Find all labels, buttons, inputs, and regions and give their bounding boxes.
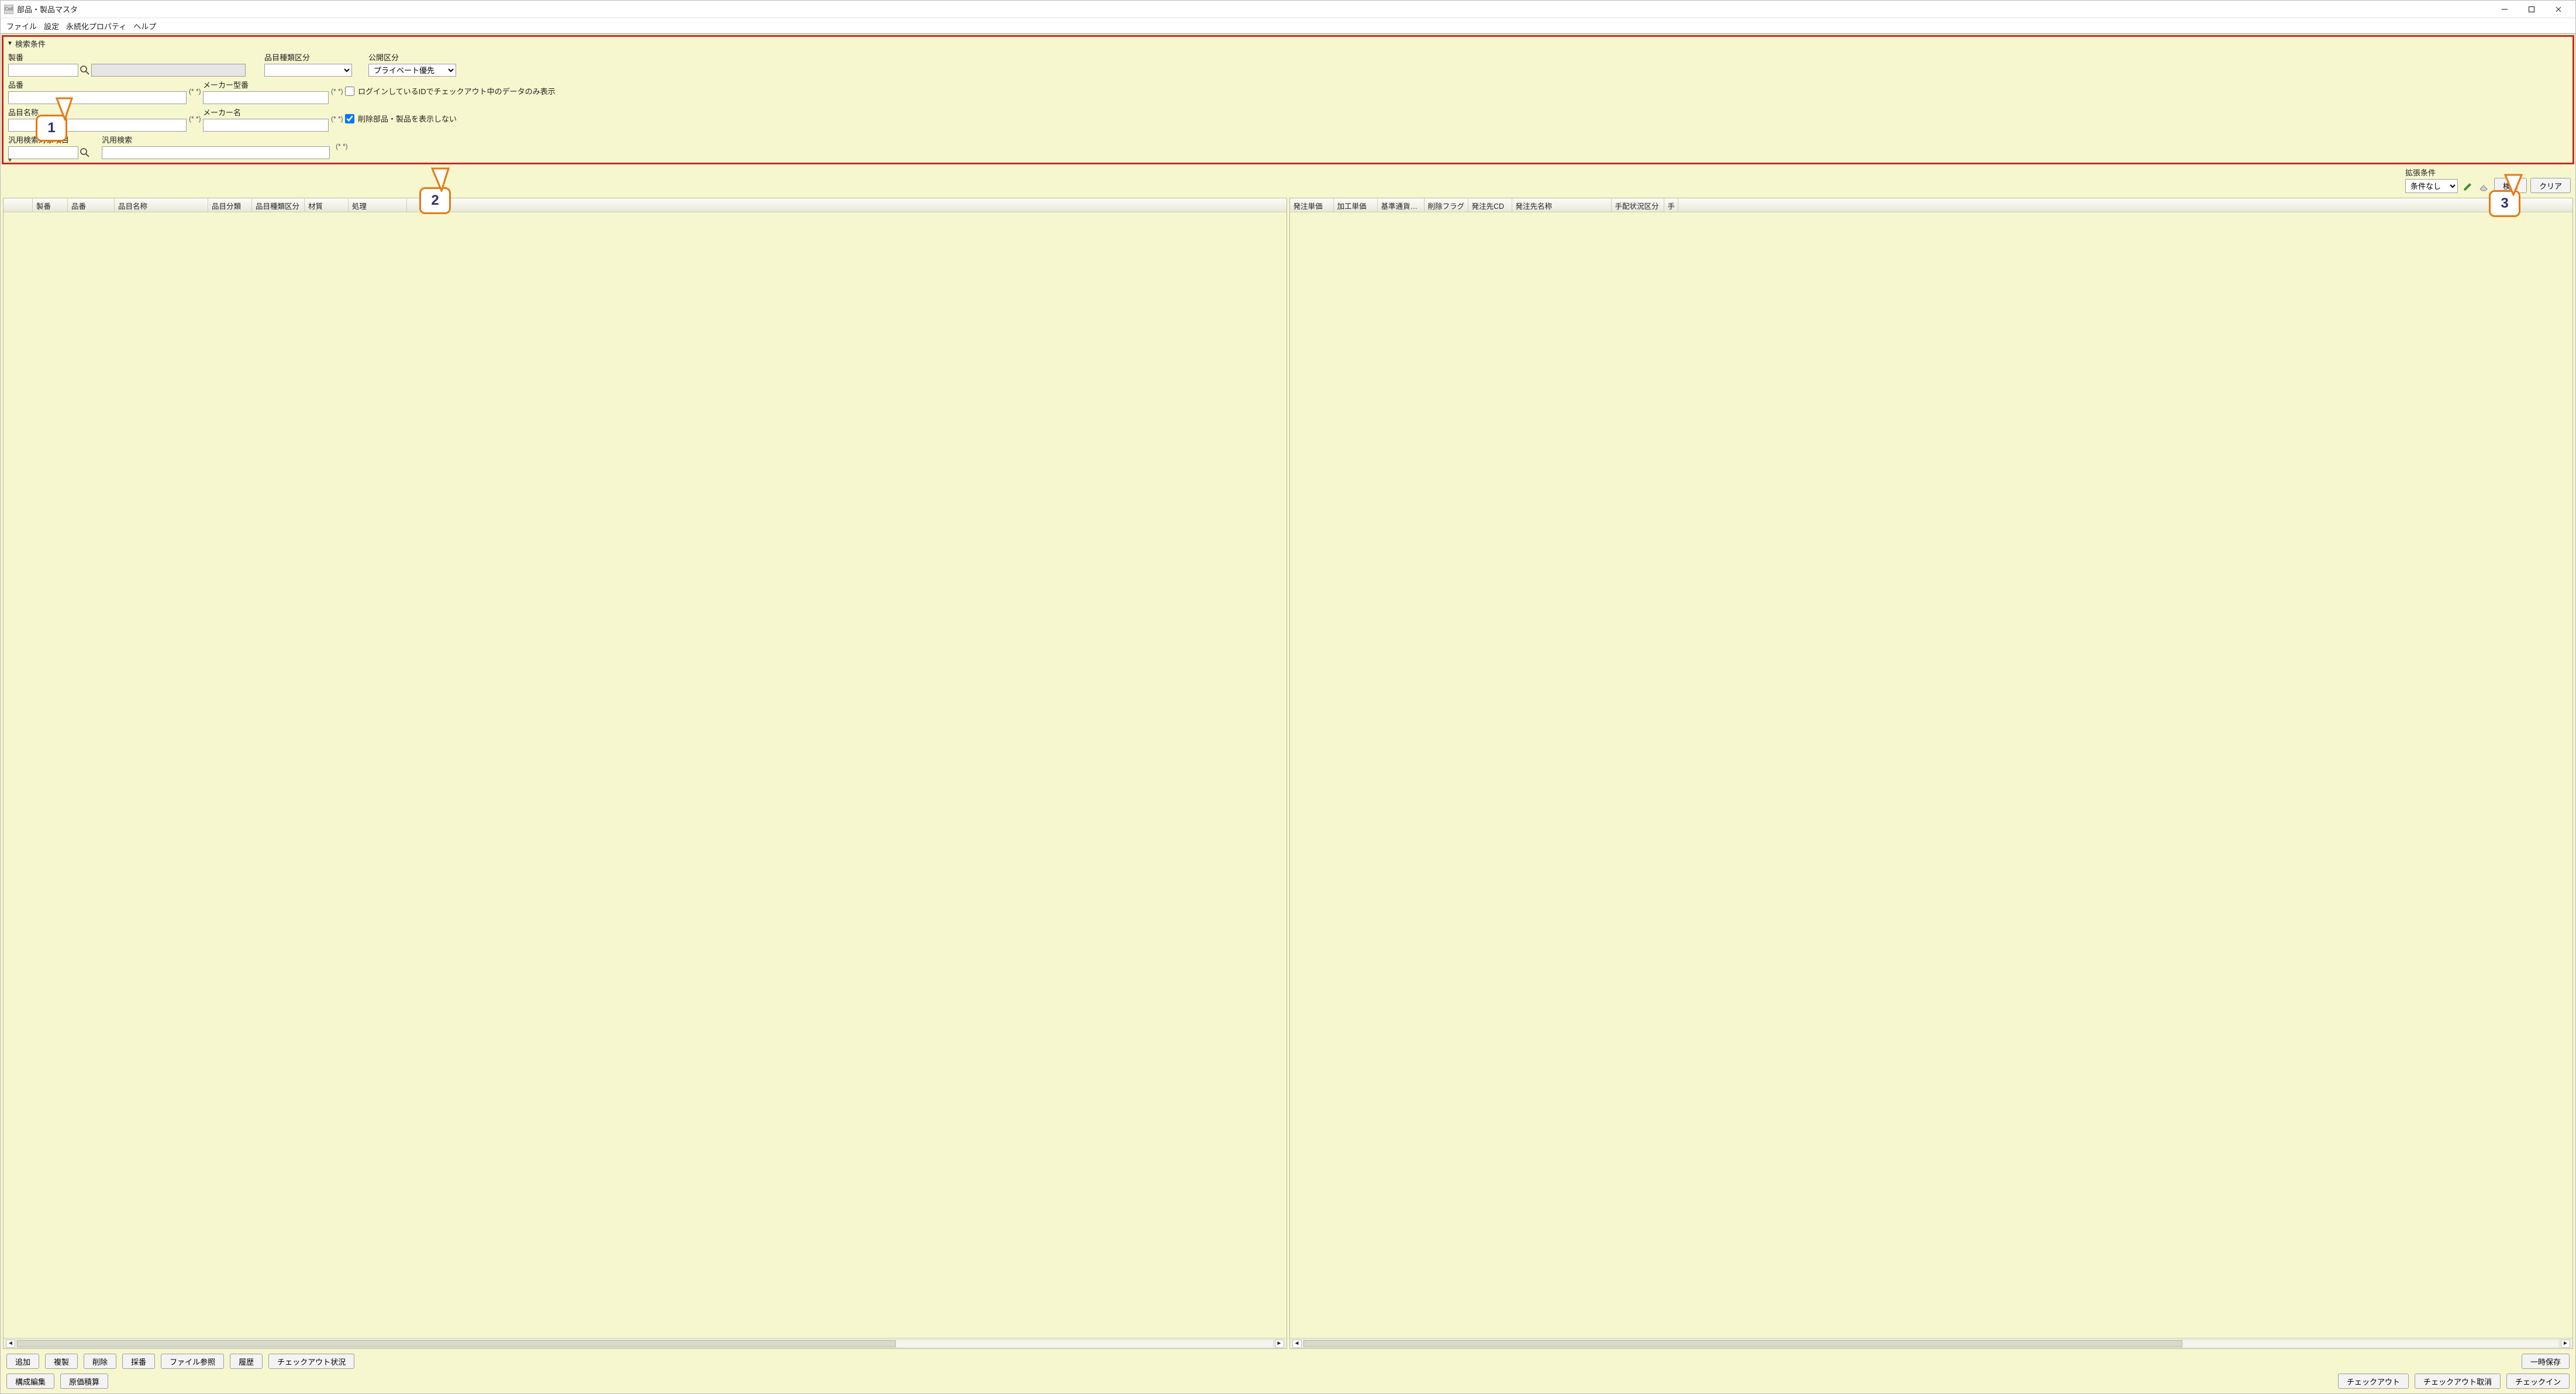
search-header-label: 検索条件	[15, 38, 46, 49]
menu-settings[interactable]: 設定	[44, 20, 59, 32]
bottom-toolbar: 追加 複製 削除 採番 ファイル参照 履歴 チェックアウト状況 一時保存 構成編…	[2, 1350, 2574, 1393]
col-header[interactable]: 発注先名称	[1512, 198, 1612, 212]
hinban-input[interactable]	[8, 91, 187, 104]
seiban-label: 製番	[8, 51, 254, 63]
delete-button[interactable]: 削除	[84, 1354, 116, 1369]
col-header[interactable]: 加工単価	[1334, 198, 1378, 212]
search-header[interactable]: ▼ 検索条件	[4, 37, 2572, 50]
app-icon: Cell	[4, 5, 13, 14]
generic-target-label: 汎用検索対象項目	[8, 134, 96, 145]
col-header[interactable]: 手	[1664, 198, 1678, 212]
menu-help[interactable]: ヘルプ	[133, 20, 156, 32]
wildcard-hint: (* *)	[331, 115, 343, 124]
maker-name-input[interactable]	[203, 119, 329, 132]
search-panel: ▼ 検索条件 製番	[2, 35, 2574, 164]
results-right-pane: 発注単価 加工単価 基準通貨… 削除フラグ 発注先CD 発注先名称 手配状況区分…	[1289, 198, 2574, 1349]
koukai-kubun-label: 公開区分	[368, 51, 462, 63]
left-grid-body[interactable]	[4, 212, 1287, 1338]
window-close-button[interactable]	[2545, 1, 2572, 18]
file-ref-button[interactable]: ファイル参照	[161, 1354, 224, 1369]
eraser-icon[interactable]	[2478, 180, 2491, 193]
checkout-button[interactable]: チェックアウト	[2338, 1374, 2409, 1389]
maker-name-label: メーカー名	[203, 106, 329, 118]
col-header[interactable]: 削除フラグ	[1425, 198, 1468, 212]
genka-button[interactable]: 原価積算	[60, 1374, 108, 1389]
hinmoku-name-input[interactable]	[8, 119, 187, 132]
generic-search-input[interactable]	[102, 146, 330, 159]
row-selector-header[interactable]	[4, 198, 33, 212]
expand-icon[interactable]: ▼	[7, 157, 13, 164]
menu-persist[interactable]: 永続化プロパティ	[66, 20, 126, 32]
right-grid-body[interactable]	[1290, 212, 2573, 1338]
results-area: 製番 品番 品目名称 品目分類 品目種類区分 材質 処理 ◄ ►	[2, 197, 2574, 1350]
checkout-cancel-button[interactable]: チェックアウト取消	[2415, 1374, 2501, 1389]
wildcard-hint: (* *)	[331, 87, 343, 97]
collapse-icon: ▼	[7, 40, 13, 47]
seiban-lookup-icon[interactable]	[80, 65, 90, 75]
results-left-pane: 製番 品番 品目名称 品目分類 品目種類区分 材質 処理 ◄ ►	[3, 198, 1287, 1349]
scroll-left-icon[interactable]: ◄	[6, 1340, 15, 1348]
add-button[interactable]: 追加	[6, 1354, 39, 1369]
scroll-right-icon[interactable]: ►	[2561, 1340, 2570, 1348]
left-h-scrollbar[interactable]: ◄ ►	[4, 1338, 1287, 1348]
login-checkout-only-checkbox[interactable]	[345, 87, 354, 96]
window-minimize-button[interactable]	[2491, 1, 2518, 18]
wildcard-hint: (* *)	[189, 115, 201, 124]
right-h-scrollbar[interactable]: ◄ ►	[1290, 1338, 2573, 1348]
col-header[interactable]: 品目種類区分	[252, 198, 305, 212]
maker-model-input[interactable]	[203, 91, 329, 104]
ext-label: 拡張条件	[2405, 167, 2436, 178]
hinban-label: 品番	[8, 79, 187, 90]
left-grid-header: 製番 品番 品目名称 品目分類 品目種類区分 材質 処理	[4, 198, 1287, 212]
maker-model-label: メーカー型番	[203, 79, 329, 90]
extended-conditions-row: 拡張条件 条件なし 検索 クリア 3	[2, 164, 2574, 197]
col-header[interactable]: 処理	[349, 198, 407, 212]
window-maximize-button[interactable]	[2518, 1, 2545, 18]
pencil-icon[interactable]	[2461, 180, 2474, 193]
generic-search-label: 汎用検索	[102, 134, 330, 145]
hide-deleted-label: 削除部品・製品を表示しない	[358, 113, 457, 124]
search-button[interactable]: 検索	[2494, 178, 2527, 193]
col-header[interactable]: 品番	[68, 198, 115, 212]
checkout-status-button[interactable]: チェックアウト状況	[268, 1354, 354, 1369]
kousei-button[interactable]: 構成編集	[6, 1374, 54, 1389]
wildcard-hint: (* *)	[189, 87, 201, 97]
saiban-button[interactable]: 採番	[122, 1354, 155, 1369]
hinmoku-kubun-select[interactable]	[264, 64, 352, 77]
col-header[interactable]: 品目名称	[115, 198, 208, 212]
hinmoku-name-label: 品目名称	[8, 106, 187, 118]
seiban-input[interactable]	[8, 64, 78, 77]
col-header[interactable]: 品目分類	[208, 198, 252, 212]
title-bar: Cell 部品・製品マスタ	[1, 1, 2575, 18]
seiban-name-display	[91, 64, 246, 77]
history-button[interactable]: 履歴	[230, 1354, 263, 1369]
copy-button[interactable]: 複製	[45, 1354, 78, 1369]
col-header[interactable]: 基準通貨…	[1378, 198, 1425, 212]
ext-condition-select[interactable]: 条件なし	[2405, 179, 2458, 193]
menu-file[interactable]: ファイル	[6, 20, 37, 32]
col-header[interactable]: 製番	[33, 198, 68, 212]
menu-bar: ファイル 設定 永続化プロパティ ヘルプ	[1, 18, 2575, 33]
col-header[interactable]: 手配状況区分	[1612, 198, 1664, 212]
wildcard-hint: (* *)	[336, 142, 347, 152]
clear-button[interactable]: クリア	[2530, 178, 2571, 193]
generic-target-lookup-icon[interactable]	[80, 147, 90, 158]
scroll-left-icon[interactable]: ◄	[1292, 1340, 1302, 1348]
login-checkout-only-label: ログインしているIDでチェックアウト中のデータのみ表示	[358, 85, 556, 97]
checkin-button[interactable]: チェックイン	[2506, 1374, 2570, 1389]
hide-deleted-checkbox[interactable]	[345, 114, 354, 123]
right-grid-header: 発注単価 加工単価 基準通貨… 削除フラグ 発注先CD 発注先名称 手配状況区分…	[1290, 198, 2573, 212]
generic-target-input[interactable]	[8, 146, 78, 159]
col-header[interactable]: 材質	[305, 198, 349, 212]
scroll-right-icon[interactable]: ►	[1275, 1340, 1284, 1348]
hinmoku-kubun-label: 品目種類区分	[264, 51, 358, 63]
window-title: 部品・製品マスタ	[17, 4, 78, 15]
col-header[interactable]: 発注先CD	[1468, 198, 1512, 212]
temp-save-button[interactable]: 一時保存	[2522, 1354, 2570, 1369]
col-header[interactable]: 発注単価	[1290, 198, 1334, 212]
koukai-kubun-select[interactable]: プライベート優先	[368, 64, 456, 77]
